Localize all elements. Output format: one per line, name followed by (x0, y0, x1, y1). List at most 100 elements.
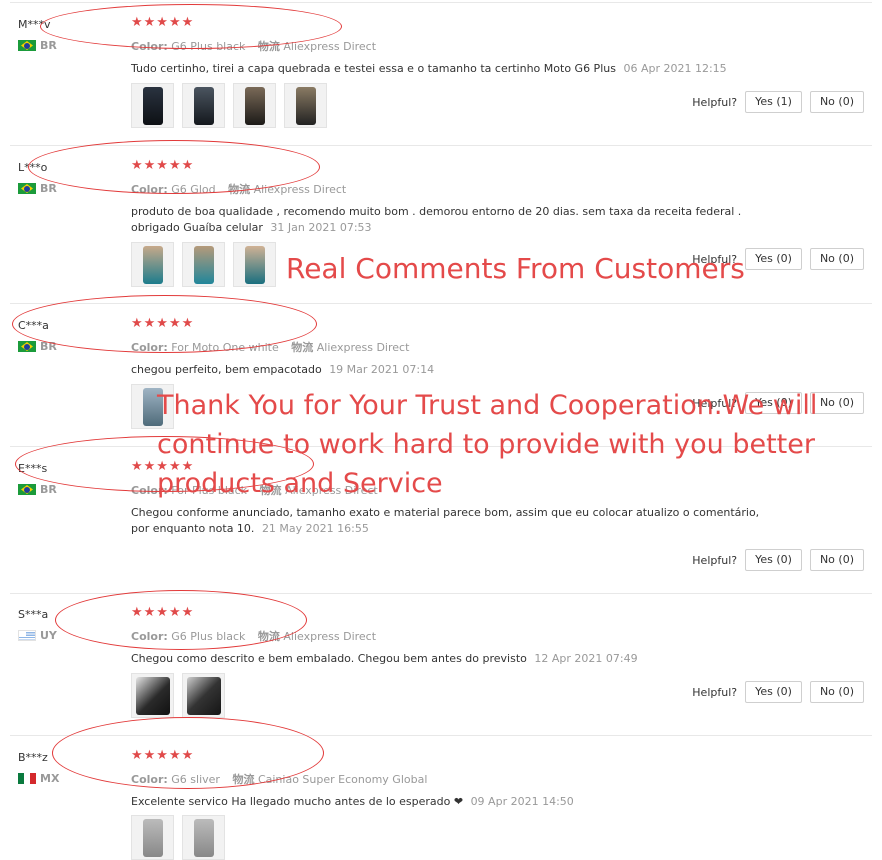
vote-yes-button[interactable]: Yes (0) (745, 392, 802, 414)
review-meta: Color: For Moto One white 物流 Aliexpress … (131, 339, 409, 355)
star-rating: ★★★★★ (131, 459, 195, 474)
reviewer-name: L***o (18, 161, 48, 174)
star-rating: ★★★★★ (131, 15, 195, 30)
country-code: BR (40, 340, 57, 353)
vote-no-button[interactable]: No (0) (809, 392, 864, 414)
color-value: G6 Plus black (171, 630, 246, 643)
country-code: UY (40, 629, 57, 642)
shipping-label: 物流 (228, 183, 251, 196)
helpful-vote: Helpful? Yes (0) No (0) (692, 681, 864, 703)
comment-text: chegou perfeito, bem empacotado (131, 363, 322, 376)
country-code: BR (40, 39, 57, 52)
reviewer-name: C***a (18, 319, 49, 332)
color-label: Color: (131, 630, 168, 643)
review-photo[interactable] (131, 673, 174, 718)
review-meta: Color: For Plus black 物流 Aliexpress Dire… (131, 482, 378, 498)
reviewer-name: E***s (18, 462, 48, 475)
comment-text: Chegou conforme anunciado, tamanho exato… (131, 506, 760, 535)
reviewer-country: BR (18, 182, 57, 195)
review-photo[interactable] (182, 83, 225, 128)
shipping-label: 物流 (291, 341, 314, 354)
review-meta: Color: G6 Plus black 物流 Aliexpress Direc… (131, 38, 376, 54)
photo-list (131, 242, 276, 287)
color-value: For Moto One white (171, 341, 279, 354)
review-photo[interactable] (182, 242, 225, 287)
review-date: 31 Jan 2021 07:53 (270, 221, 372, 234)
vote-no-button[interactable]: No (0) (809, 549, 864, 571)
shipping-value: Aliexpress Direct (285, 484, 378, 497)
review-photo[interactable] (131, 815, 174, 860)
review-photo[interactable] (182, 815, 225, 860)
review-comment: produto de boa qualidade , recomendo mui… (131, 204, 771, 236)
photo-list (131, 673, 225, 718)
review-divider (10, 593, 872, 594)
shipping-value: Aliexpress Direct (253, 183, 347, 196)
color-value: G6 Glod (171, 183, 216, 196)
brazil-flag-icon (18, 40, 36, 51)
shipping-value: Aliexpress Direct (283, 630, 377, 643)
brazil-flag-icon (18, 183, 36, 194)
review-comment: Chegou conforme anunciado, tamanho exato… (131, 505, 771, 537)
review-photo[interactable] (233, 83, 276, 128)
star-rating: ★★★★★ (131, 316, 195, 331)
review-meta: Color: G6 Plus black 物流 Aliexpress Direc… (131, 628, 376, 644)
reviewer-country: BR (18, 340, 57, 353)
country-code: BR (40, 483, 57, 496)
review-photo[interactable] (131, 384, 174, 429)
review-date: 19 Mar 2021 07:14 (329, 363, 435, 376)
vote-yes-button[interactable]: Yes (0) (745, 248, 802, 270)
mexico-flag-icon (18, 773, 36, 784)
vote-no-button[interactable]: No (0) (809, 681, 864, 703)
helpful-label: Helpful? (692, 396, 738, 410)
uruguay-flag-icon (18, 630, 36, 641)
review-photo[interactable] (182, 673, 225, 718)
vote-yes-button[interactable]: Yes (0) (745, 549, 802, 571)
color-value: G6 Plus black (171, 40, 246, 53)
star-rating: ★★★★★ (131, 158, 195, 173)
review-photo[interactable] (284, 83, 327, 128)
comment-text: Tudo certinho, tirei a capa quebrada e t… (131, 62, 616, 75)
review-comment: chegou perfeito, bem empacotado 19 Mar 2… (131, 362, 771, 378)
shipping-value: Aliexpress Direct (316, 341, 410, 354)
color-label: Color: (131, 484, 168, 497)
vote-yes-button[interactable]: Yes (0) (745, 681, 802, 703)
helpful-label: Helpful? (692, 252, 738, 266)
review-photo[interactable] (131, 242, 174, 287)
vote-no-button[interactable]: No (0) (809, 91, 864, 113)
reviewer-country: BR (18, 483, 57, 496)
review-date: 12 Apr 2021 07:49 (534, 652, 638, 665)
country-code: BR (40, 182, 57, 195)
review-meta: Color: G6 Glod 物流 Aliexpress Direct (131, 181, 346, 197)
shipping-label: 物流 (257, 40, 280, 53)
overlay-heading: Real Comments From Customers (286, 252, 745, 285)
review-divider (10, 303, 872, 304)
shipping-label: 物流 (232, 773, 255, 786)
country-code: MX (40, 772, 60, 785)
reviewer-country: MX (18, 772, 59, 785)
shipping-label: 物流 (257, 630, 280, 643)
review-divider (10, 145, 872, 146)
color-label: Color: (131, 40, 168, 53)
color-label: Color: (131, 773, 168, 786)
helpful-label: Helpful? (692, 95, 738, 109)
shipping-label: 物流 (259, 484, 282, 497)
reviewer-name: B***z (18, 751, 48, 764)
review-meta: Color: G6 sliver 物流 Cainiao Super Econom… (131, 771, 427, 787)
review-comment: Excelente servico Ha llegado mucho antes… (131, 794, 771, 810)
review-divider (10, 735, 872, 736)
vote-no-button[interactable]: No (0) (809, 248, 864, 270)
photo-list (131, 83, 327, 128)
review-photo[interactable] (233, 242, 276, 287)
top-divider (10, 2, 872, 3)
photo-list (131, 384, 174, 429)
helpful-vote: Helpful? Yes (0) No (0) (692, 549, 864, 571)
review-comment: Tudo certinho, tirei a capa quebrada e t… (131, 61, 771, 77)
review-comment: Chegou como descrito e bem embalado. Che… (131, 651, 771, 667)
helpful-label: Helpful? (692, 685, 738, 699)
comment-text: Excelente servico Ha llegado mucho antes… (131, 795, 464, 808)
photo-list (131, 815, 225, 860)
review-photo[interactable] (131, 83, 174, 128)
helpful-vote: Helpful? Yes (0) No (0) (692, 392, 864, 414)
color-label: Color: (131, 341, 168, 354)
vote-yes-button[interactable]: Yes (1) (745, 91, 802, 113)
